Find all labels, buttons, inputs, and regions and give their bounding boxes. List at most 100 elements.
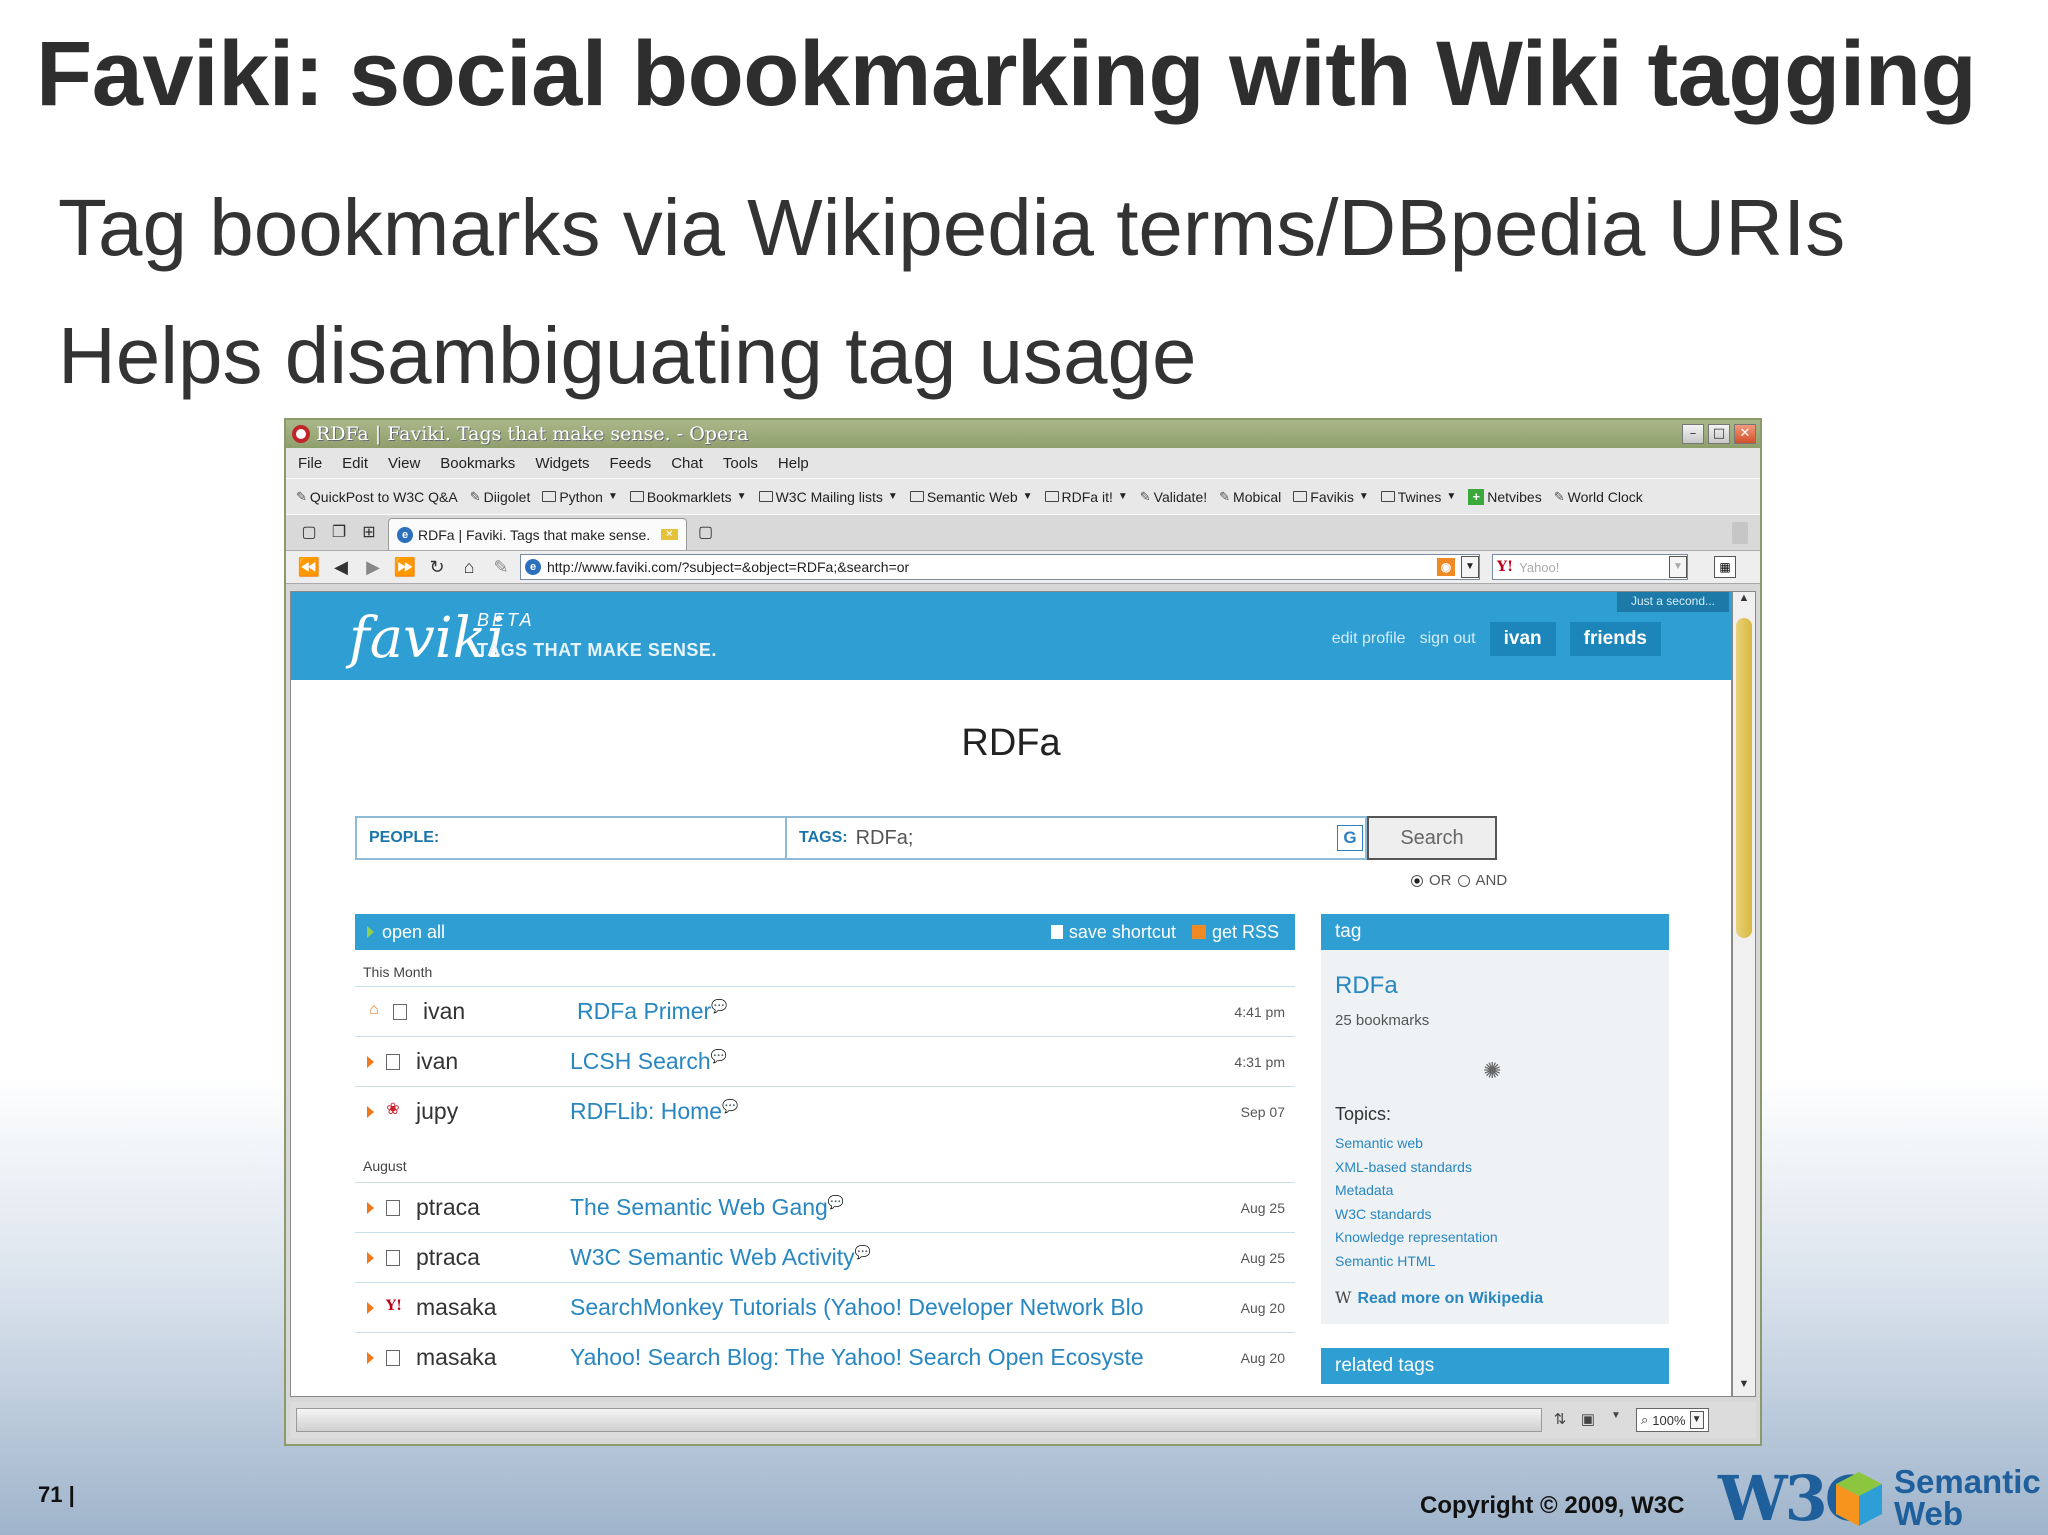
search-dropdown[interactable]: ▼: [1669, 556, 1687, 578]
close-button[interactable]: ✕: [1734, 424, 1756, 444]
dropdown-icon[interactable]: ▼: [1606, 1410, 1626, 1430]
rewind-icon[interactable]: ⏪: [296, 557, 322, 578]
minimize-button[interactable]: –: [1682, 424, 1704, 444]
expand-icon[interactable]: [367, 1055, 374, 1068]
expand-icon[interactable]: [367, 1301, 374, 1314]
row-user[interactable]: ivan: [416, 1048, 570, 1075]
bookmark-validate[interactable]: ✎ Validate!: [1140, 489, 1207, 505]
tab-close-icon[interactable]: ✕: [661, 529, 678, 540]
image-toggle-icon[interactable]: ▣: [1578, 1410, 1598, 1430]
zoom-control[interactable]: ⌕ 100% ▼: [1636, 1408, 1709, 1432]
bookmark-row[interactable]: masaka Yahoo! Search Blog: The Yahoo! Se…: [355, 1332, 1295, 1382]
bookmark-folder-rdfa-it[interactable]: RDFa it! ▼: [1044, 489, 1128, 505]
row-title-link[interactable]: RDFa Primer💬: [577, 998, 1205, 1025]
menu-widgets[interactable]: Widgets: [535, 455, 589, 472]
topic-link[interactable]: XML-based standards: [1335, 1156, 1498, 1180]
bookmark-row[interactable]: ptraca W3C Semantic Web Activity💬 Aug 25: [355, 1232, 1295, 1282]
tab-rdfa[interactable]: e RDFa | Faviki. Tags that make sense. ✕: [388, 518, 687, 550]
expand-icon[interactable]: [367, 1201, 374, 1214]
user-button[interactable]: ivan: [1489, 622, 1556, 656]
bookmark-row[interactable]: ivan LCSH Search💬 4:31 pm: [355, 1036, 1295, 1086]
menu-chat[interactable]: Chat: [671, 455, 703, 472]
row-title-link[interactable]: SearchMonkey Tutorials (Yahoo! Developer…: [570, 1294, 1205, 1321]
or-radio[interactable]: [1411, 874, 1423, 887]
fast-forward-icon[interactable]: ⏩: [392, 557, 418, 578]
friends-button[interactable]: friends: [1569, 622, 1661, 656]
expand-icon[interactable]: [367, 1351, 374, 1364]
row-user[interactable]: ptraca: [416, 1194, 570, 1221]
row-title-link[interactable]: W3C Semantic Web Activity💬: [570, 1244, 1205, 1271]
sign-out-link[interactable]: sign out: [1420, 630, 1476, 648]
row-user[interactable]: jupy: [416, 1098, 570, 1125]
bookmark-quickpost[interactable]: ✎ QuickPost to W3C Q&A: [296, 489, 458, 505]
tag-name-link[interactable]: RDFa: [1335, 972, 1398, 1000]
panel-toggle-icon[interactable]: ▦: [1714, 556, 1736, 578]
back-icon[interactable]: ◀: [328, 557, 354, 578]
row-title-link[interactable]: The Semantic Web Gang💬: [570, 1194, 1205, 1221]
scroll-up-icon[interactable]: ▲: [1733, 592, 1755, 610]
network-icon[interactable]: ⇅: [1550, 1410, 1570, 1430]
bookmark-netvibes[interactable]: + Netvibes: [1468, 488, 1542, 505]
save-shortcut-link[interactable]: save shortcut: [1050, 922, 1176, 943]
menu-view[interactable]: View: [388, 455, 420, 472]
tags-field[interactable]: TAGS: RDFa; G: [785, 816, 1367, 860]
topic-link[interactable]: Knowledge representation: [1335, 1226, 1498, 1250]
forward-icon[interactable]: ▶: [360, 557, 386, 578]
row-title-link[interactable]: RDFLib: Home💬: [570, 1098, 1205, 1125]
bookmark-world-clock[interactable]: ✎ World Clock: [1554, 489, 1643, 505]
new-tab-icon[interactable]: ▢: [695, 522, 717, 544]
bookmark-row[interactable]: Y! masaka SearchMonkey Tutorials (Yahoo!…: [355, 1282, 1295, 1332]
menu-edit[interactable]: Edit: [342, 455, 368, 472]
read-more-wikipedia-link[interactable]: W Read more on Wikipedia: [1335, 1288, 1543, 1308]
search-button[interactable]: Search: [1367, 816, 1497, 860]
bookmark-row[interactable]: ❀ jupy RDFLib: Home💬 Sep 07: [355, 1086, 1295, 1136]
row-user[interactable]: ivan: [423, 998, 577, 1025]
scroll-down-icon[interactable]: ▼: [1733, 1378, 1755, 1396]
search-engine-field[interactable]: Y! Yahoo! ▼: [1492, 554, 1688, 580]
row-user[interactable]: masaka: [416, 1344, 570, 1371]
bookmark-folder-python[interactable]: Python ▼: [542, 489, 618, 505]
menu-feeds[interactable]: Feeds: [610, 455, 652, 472]
bookmark-folder-bookmarklets[interactable]: Bookmarklets ▼: [629, 489, 747, 505]
row-title-link[interactable]: Yahoo! Search Blog: The Yahoo! Search Op…: [570, 1344, 1205, 1371]
google-icon[interactable]: G: [1337, 825, 1363, 851]
bookmark-mobical[interactable]: ✎ Mobical: [1219, 489, 1281, 505]
get-rss-link[interactable]: get RSS: [1191, 922, 1279, 943]
topic-link[interactable]: W3C standards: [1335, 1203, 1498, 1227]
topic-link[interactable]: Semantic HTML: [1335, 1250, 1498, 1274]
edit-profile-link[interactable]: edit profile: [1332, 630, 1406, 648]
and-radio[interactable]: [1457, 874, 1470, 887]
menu-bookmarks[interactable]: Bookmarks: [440, 455, 515, 472]
expand-icon[interactable]: [367, 1105, 374, 1118]
page-scrollbar[interactable]: ▲ ▼: [1732, 591, 1756, 1397]
address-dropdown[interactable]: ▼: [1461, 556, 1479, 578]
open-all-link[interactable]: open all: [367, 922, 1051, 943]
bookmark-folder-favikis[interactable]: Favikis ▼: [1293, 489, 1369, 505]
people-field[interactable]: PEOPLE:: [355, 816, 785, 860]
bookmark-row[interactable]: ⌂ ivan RDFa Primer💬 4:41 pm: [355, 986, 1295, 1036]
menu-help[interactable]: Help: [778, 455, 809, 472]
menu-file[interactable]: File: [298, 455, 322, 472]
maximize-button[interactable]: □: [1708, 424, 1730, 444]
new-page-icon[interactable]: ▢: [298, 522, 320, 544]
menu-tools[interactable]: Tools: [723, 455, 758, 472]
row-user[interactable]: ptraca: [416, 1244, 570, 1271]
reload-icon[interactable]: ↻: [424, 557, 450, 578]
row-user[interactable]: masaka: [416, 1294, 570, 1321]
row-title-link[interactable]: LCSH Search💬: [570, 1048, 1205, 1075]
rss-icon[interactable]: ◉: [1437, 558, 1455, 576]
scroll-thumb[interactable]: [1736, 618, 1752, 938]
tile-icon[interactable]: ⊞: [358, 522, 380, 544]
expand-icon[interactable]: [367, 1251, 374, 1264]
bookmark-row[interactable]: ptraca The Semantic Web Gang💬 Aug 25: [355, 1182, 1295, 1232]
address-bar[interactable]: e http://www.faviki.com/?subject=&object…: [520, 554, 1480, 580]
bookmark-folder-w3c-mailing[interactable]: W3C Mailing lists ▼: [758, 489, 898, 505]
cascade-icon[interactable]: ❐: [328, 522, 350, 544]
trash-icon[interactable]: [1732, 522, 1748, 544]
home-icon[interactable]: ⌂: [456, 557, 482, 578]
bookmark-folder-semantic-web[interactable]: Semantic Web ▼: [909, 489, 1033, 505]
topic-link[interactable]: Semantic web: [1335, 1132, 1498, 1156]
edit-icon[interactable]: ✎: [488, 557, 514, 578]
bookmark-diigolet[interactable]: ✎ Diigolet: [470, 489, 531, 505]
bookmark-folder-twines[interactable]: Twines ▼: [1380, 489, 1456, 505]
